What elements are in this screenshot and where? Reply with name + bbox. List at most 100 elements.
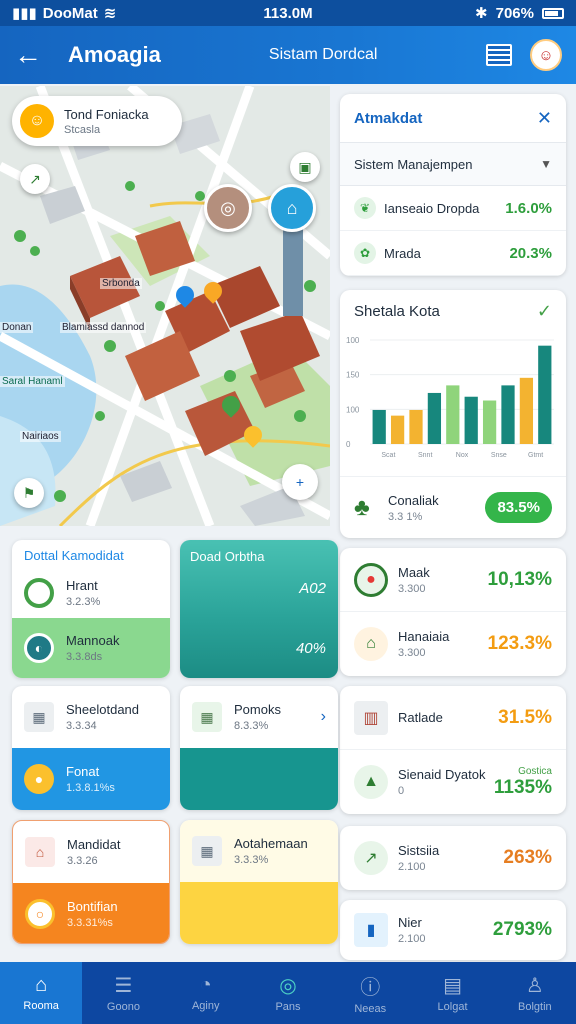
chart-bar (390, 415, 405, 444)
x-tick-label: Nox (456, 452, 469, 459)
left-card-pomoks[interactable]: ▦ Pomoks 8.3.3% › (180, 686, 338, 810)
list-item[interactable]: ▦ Pomoks 8.3.3% › (180, 686, 338, 748)
nav-label: Lolgat (437, 1001, 468, 1013)
lightbulb-icon: ● (24, 764, 54, 794)
map-label: Srbonda (100, 278, 142, 289)
chart-footer[interactable]: ♣ Conaliak 3.3 1% 83.5% (340, 476, 566, 538)
buildings-icon: ▥ (354, 700, 388, 735)
user-profile-card[interactable]: ☺ Tond Foniacka Stcasla (12, 96, 182, 146)
list-item[interactable]: ● Maak 3.300 10,13% (340, 548, 566, 612)
list-view-button[interactable] (486, 44, 512, 66)
item-value: 263% (503, 847, 552, 868)
chart-bar (482, 400, 497, 444)
system-dropdown[interactable]: Sistem Manajempen ▼ (340, 142, 566, 186)
row-value: 20.3% (509, 244, 552, 262)
row-label: Mrada (384, 245, 421, 261)
left-card-mandidat[interactable]: ⌂ Mandidat 3.3.26 ○ Bontifian 3.3.31%s (12, 820, 170, 944)
profile-sub: Stcasla (64, 123, 101, 136)
footer-name: Conaliak (388, 492, 439, 508)
list-item[interactable]: ▮ Nier 2.100 2793% (340, 900, 566, 960)
item-value: 31.5% (498, 706, 552, 728)
map-label: Nairiaos (20, 431, 61, 442)
list-item[interactable]: ▦ Aotahemaan 3.3.3% (180, 820, 338, 882)
list-item[interactable]: ▥ Ratlade 31.5% (340, 686, 566, 750)
alert-card: Atmakdat ✕ Sistem Manajempen ▼ ❦ Ianseai… (340, 94, 566, 276)
stats-card-3: ↗ Sistsiia 2.100 263% (340, 826, 566, 890)
list-item[interactable]: ● Fonat 1.3.8.1%s (12, 748, 170, 810)
item-name: Aotahemaan (234, 836, 308, 851)
nav-tab-news[interactable]: ⓘ Neeas (329, 962, 411, 1024)
list-item[interactable]: ⌂ Mandidat 3.3.26 (13, 821, 169, 883)
y-tick-label: 100 (346, 405, 360, 414)
compass-icon[interactable]: ↗ (20, 164, 50, 194)
map-label: Blamiassd dannod (60, 322, 147, 333)
profile-avatar: ☺ (20, 104, 54, 138)
list-item[interactable]: ✿ Mrada 20.3% (340, 231, 566, 276)
house-icon: ⌂ (354, 627, 388, 661)
nav-tab-list[interactable]: ☰ Goono (82, 962, 164, 1024)
app-bar: ← Amoagia Sistam Dordcal ☺ (0, 26, 576, 84)
plant-icon: ✿ (354, 242, 376, 264)
chart-bar (538, 345, 552, 444)
chevron-down-icon: ▼ (540, 157, 552, 171)
row-label: Ianseaio Dropda (384, 200, 480, 216)
card-footer-band (180, 748, 338, 810)
city-map[interactable]: ☺ Tond Foniacka Stcasla ◎ ⌂ ↗ ▣ ⚑ + Srbo… (0, 86, 330, 526)
item-name: Fonat (66, 764, 100, 779)
status-bar: ▮▮▮ DooMat ≋ 113.0M ✱ 706% (0, 0, 576, 26)
nav-tab-agency[interactable]: ◔ Aginy (165, 962, 247, 1024)
chevron-right-icon[interactable]: › (321, 708, 326, 726)
navigation-button[interactable]: ⌂ (268, 184, 316, 232)
document-icon: ▤ (443, 975, 462, 997)
card-footer-band (180, 882, 338, 944)
nav-tab-home[interactable]: ⌂ Rooma (0, 962, 83, 1024)
item-value: 1135% (493, 776, 552, 798)
list-item[interactable]: ⌂ Hanaiaia 3.300 123.3% (340, 612, 566, 676)
nav-tab-plans[interactable]: ◎ Pans (247, 962, 329, 1024)
nav-label: Goono (106, 1001, 140, 1013)
footer-sub: 3.3 1% (388, 510, 423, 523)
list-item[interactable]: ❦ Ianseaio Dropda 1.6.0% (340, 186, 566, 231)
left-card-summary[interactable]: Dottal Kamodidat Hrant 3.2.3% ◐ Mannoak 3.… (12, 540, 170, 678)
nav-tab-profile[interactable]: ♙ Bolgtin (494, 962, 576, 1024)
item-name: Hrant (66, 578, 98, 593)
list-item[interactable]: ↗ Sistsiia 2.100 263% (340, 826, 566, 890)
list-item[interactable]: ○ Bontifian 3.3.31%s (13, 883, 169, 943)
flag-icon[interactable]: ⚑ (14, 478, 44, 508)
chart-bar (427, 392, 442, 444)
battery-icon (542, 7, 564, 19)
user-avatar[interactable]: ☺ (530, 39, 562, 71)
list-item[interactable]: ▲ Sienaid Dyatok 0 Gostica 1135% (340, 750, 566, 814)
list-item[interactable]: ◐ Mannoak 3.3.8ds (12, 618, 170, 678)
location-button[interactable]: ◎ (204, 184, 252, 232)
list-item[interactable]: ▦ Sheelotdand 3.3.34 (12, 686, 170, 748)
house-icon: ⌂ (25, 837, 55, 867)
add-map-button[interactable]: + (282, 464, 318, 500)
back-arrow-icon[interactable]: ← (14, 39, 46, 71)
x-tick-label: Snse (491, 452, 507, 459)
item-sub: 3.3.31%s (67, 917, 113, 929)
gauge-icon: ◔ (199, 974, 212, 996)
x-tick-label: Scat (381, 452, 395, 459)
ring-icon (24, 578, 54, 608)
bar-chart: 100 150 100 0 Scat Snnt Nox Snse Gtmt (346, 336, 554, 459)
nav-label: Pans (275, 1001, 301, 1013)
item-name: Ratlade (398, 710, 443, 725)
item-value: 2793% (492, 919, 552, 940)
left-card-buildings[interactable]: ▦ Sheelotdand 3.3.34 ● Fonat 1.3.8.1%s (12, 686, 170, 810)
layers-icon[interactable]: ▣ (290, 152, 320, 182)
item-name: Maak (398, 564, 430, 580)
nav-tab-log[interactable]: ▤ Lolgat (411, 962, 493, 1024)
card-title: Dottal Kamodidat (24, 548, 124, 563)
close-icon[interactable]: ✕ (537, 108, 552, 129)
card-title: Doad Orbtha (190, 549, 265, 564)
left-card-aotahemaan[interactable]: ▦ Aotahemaan 3.3.3% (180, 820, 338, 944)
item-name: Mannoak (66, 633, 120, 648)
item-sub: 0 (398, 785, 405, 797)
item-sub: 3.3.3% (234, 854, 269, 866)
left-card-teal[interactable]: Doad Orbtha A02 40% (180, 540, 338, 678)
chart-title: Shetala Kota (354, 302, 440, 320)
list-item[interactable]: Hrant 3.2.3% (12, 568, 170, 618)
mountain-icon: ▲ (354, 765, 388, 799)
chart-bar (464, 396, 478, 444)
